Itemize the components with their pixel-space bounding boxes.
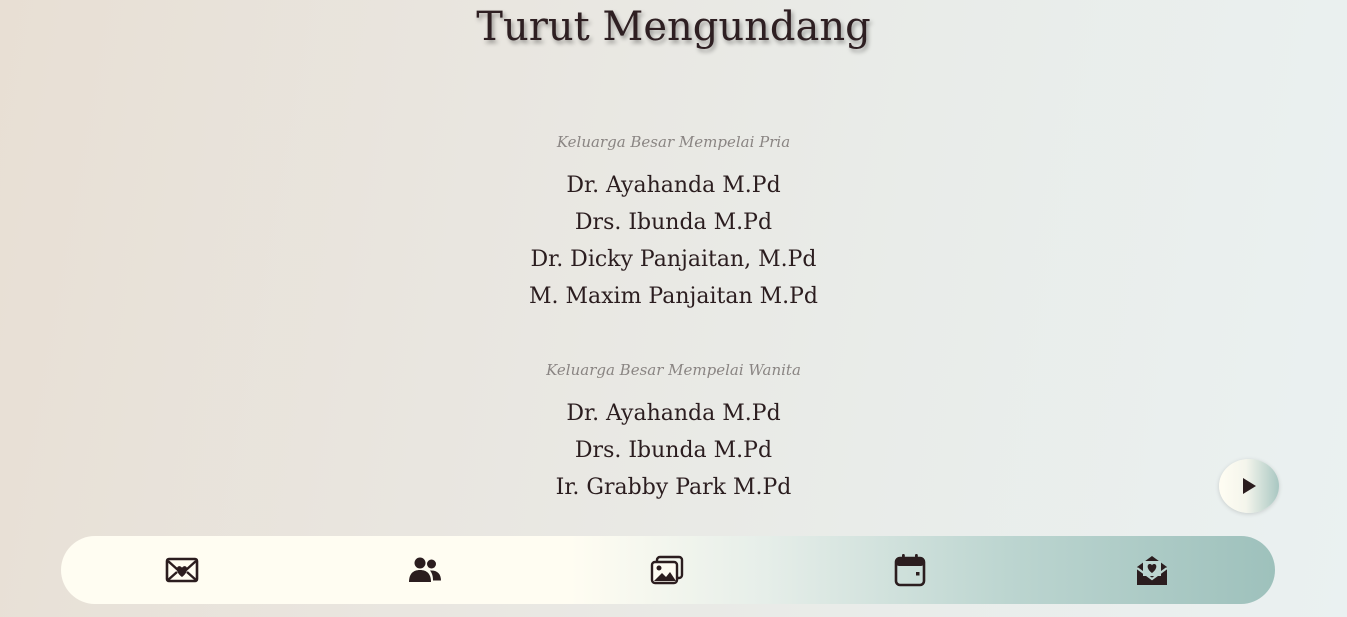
bride-family-list: Keluarga Besar Mempelai Wanita Dr. Ayaha…: [0, 361, 1347, 506]
play-icon: [1243, 478, 1256, 494]
envelope-heart-icon: [165, 557, 199, 583]
users-icon: [409, 557, 441, 582]
groom-family-name: Dr. Dicky Panjaitan, M.Pd: [530, 247, 817, 272]
groom-family-name: Dr. Ayahanda M.Pd: [566, 173, 781, 198]
groom-family-list: Keluarga Besar Mempelai Pria Dr. Ayahand…: [0, 133, 1347, 315]
nav-item-event[interactable]: [892, 553, 928, 587]
envelope-open-heart-icon: [1136, 556, 1168, 585]
nav-item-couple[interactable]: [407, 553, 443, 587]
groom-family-heading: Keluarga Besar Mempelai Pria: [556, 133, 791, 151]
nav-item-invitation[interactable]: [164, 553, 200, 587]
bride-family-name: Drs. Ibunda M.Pd: [574, 438, 773, 463]
bride-family-heading: Keluarga Besar Mempelai Wanita: [546, 361, 801, 379]
groom-family-name: Drs. Ibunda M.Pd: [574, 210, 773, 235]
bride-family-name: Dr. Ayahanda M.Pd: [566, 401, 781, 426]
nav-item-gallery[interactable]: [649, 553, 685, 587]
bottom-navbar: [61, 536, 1275, 604]
music-play-button[interactable]: [1219, 459, 1279, 513]
bride-family-name: Ir. Grabby Park M.Pd: [555, 475, 792, 500]
nav-item-wishes[interactable]: [1134, 553, 1170, 587]
calendar-icon: [894, 554, 926, 587]
section-title: Turut Mengundang: [476, 4, 871, 50]
images-icon: [650, 555, 684, 585]
groom-family-name: M. Maxim Panjaitan M.Pd: [528, 284, 819, 309]
